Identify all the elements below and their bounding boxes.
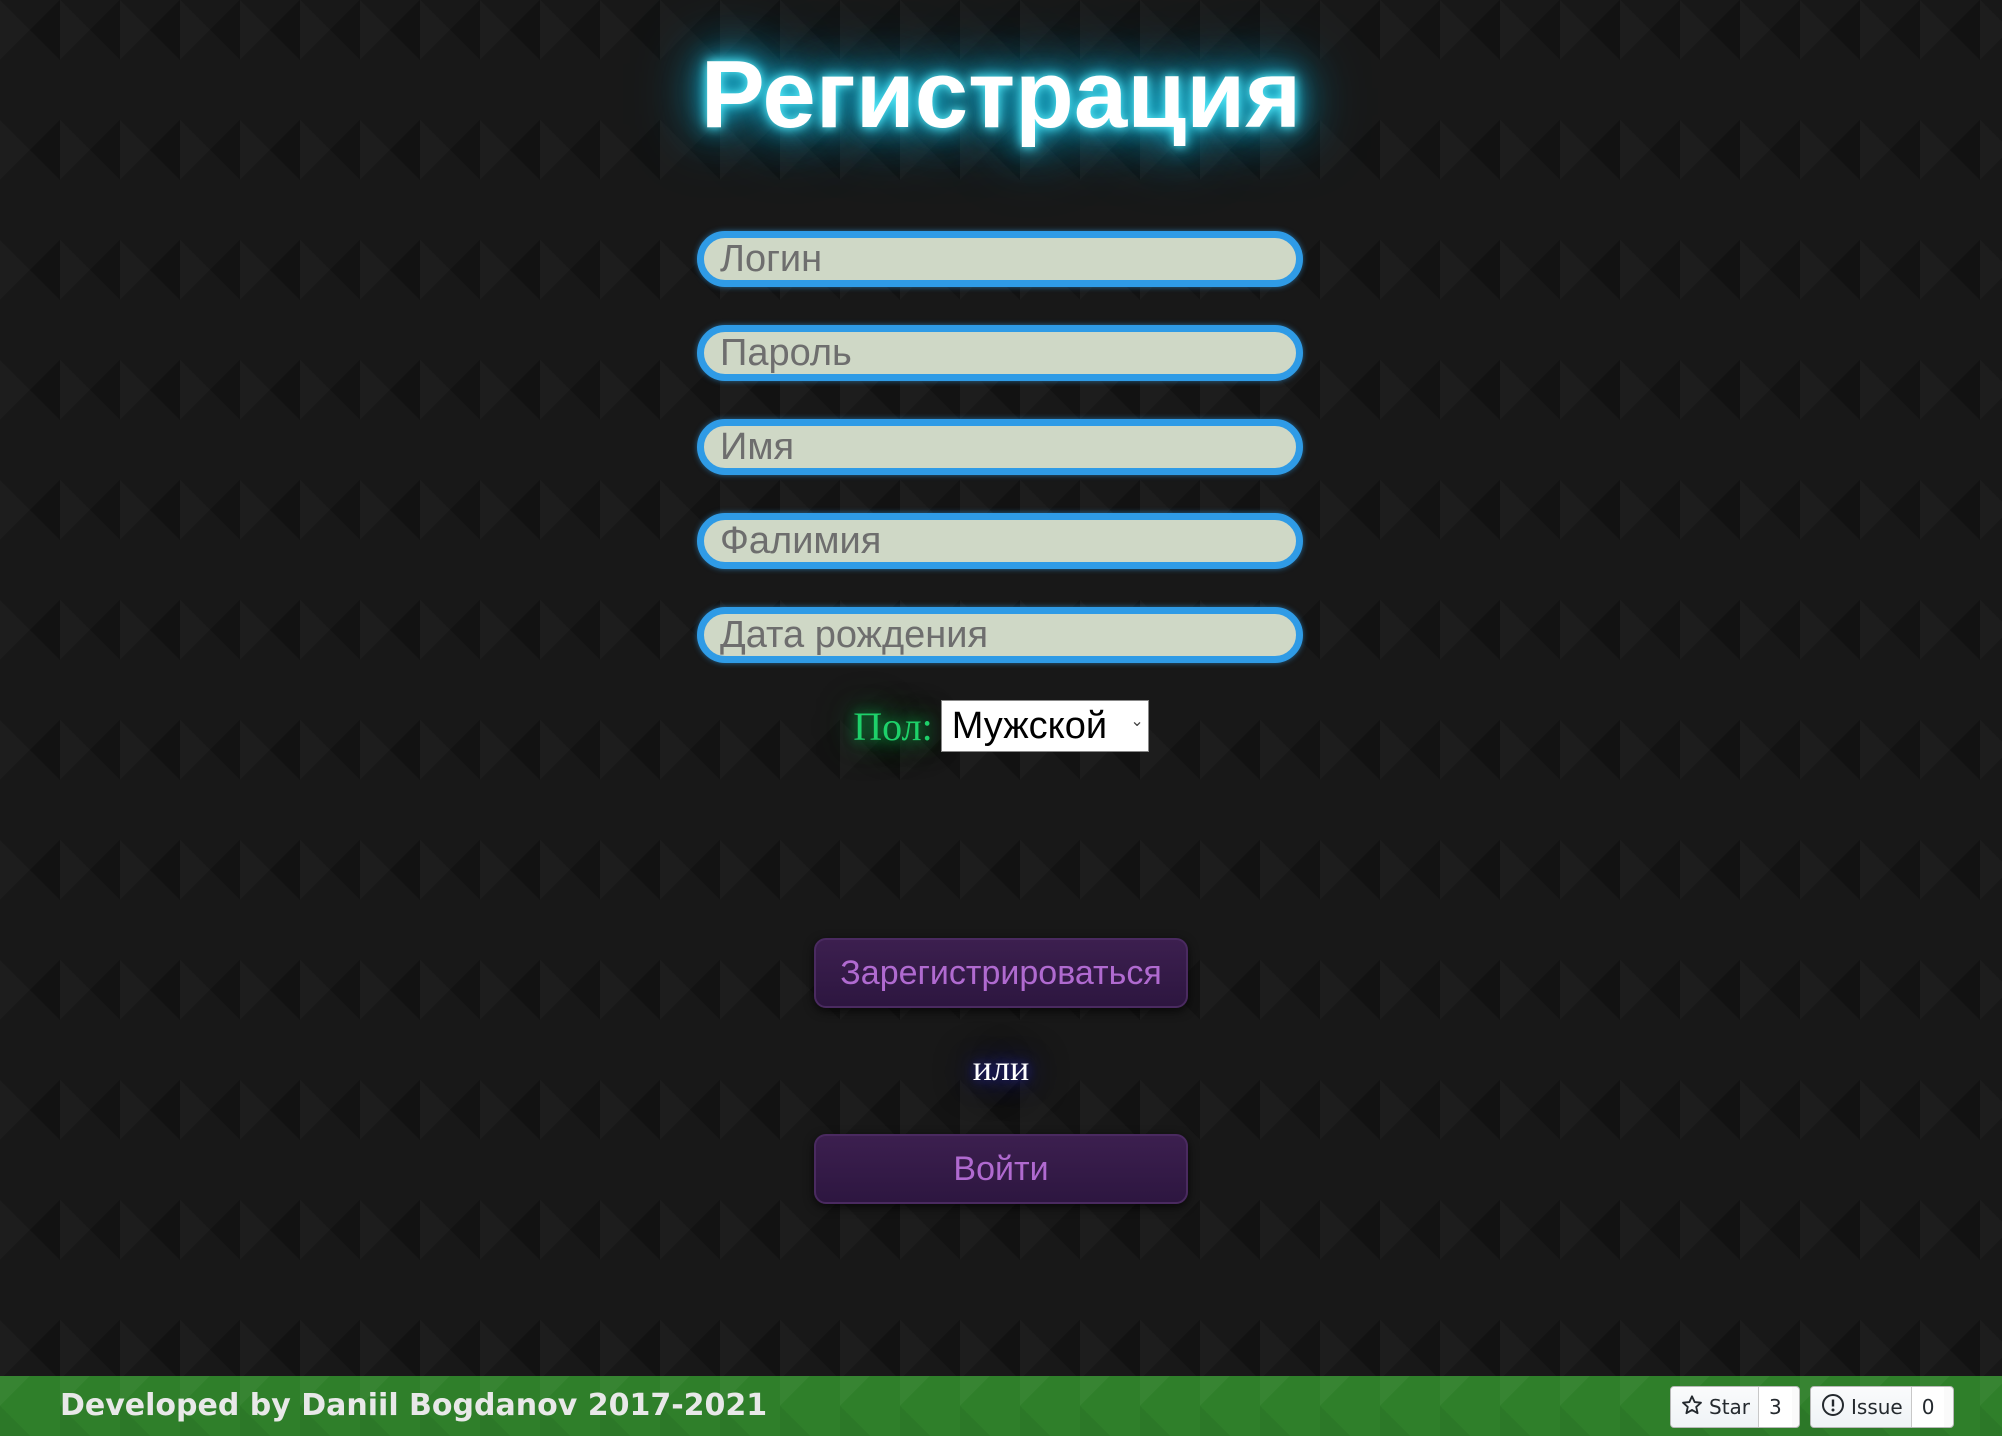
first-name-input[interactable] <box>697 419 1303 475</box>
register-button[interactable]: Зарегистрироваться <box>814 938 1188 1008</box>
star-button-main[interactable]: Star <box>1671 1387 1759 1427</box>
gender-select[interactable]: Мужской ⌄ <box>940 700 1149 752</box>
star-count[interactable]: 3 <box>1758 1387 1792 1427</box>
password-input[interactable] <box>697 325 1303 381</box>
last-name-input[interactable] <box>697 513 1303 569</box>
issue-label: Issue <box>1851 1395 1903 1419</box>
page-title: Регистрация <box>700 41 1302 148</box>
login-input[interactable] <box>697 231 1303 287</box>
gender-selected-value: Мужской <box>951 705 1108 747</box>
star-label: Star <box>1709 1395 1751 1419</box>
or-divider-text: или <box>972 1048 1030 1088</box>
registration-page: Регистрация Пол: Мужской ⌄ Зарегистриров… <box>0 0 2002 1376</box>
github-star-button[interactable]: Star 3 <box>1670 1386 1800 1428</box>
footer-credit: Developed by Daniil Bogdanov 2017-2021 <box>60 1388 768 1423</box>
birthdate-input[interactable] <box>697 607 1303 663</box>
github-issue-button[interactable]: Issue 0 <box>1810 1386 1954 1428</box>
issue-count[interactable]: 0 <box>1910 1387 1945 1427</box>
gender-label: Пол: <box>853 703 933 749</box>
chevron-down-icon: ⌄ <box>1130 713 1144 730</box>
footer: Developed by Daniil Bogdanov 2017-2021 S… <box>0 1376 2002 1436</box>
issue-button-main[interactable]: Issue <box>1811 1387 1911 1427</box>
gender-row: Пол: Мужской ⌄ <box>0 700 2002 754</box>
login-button[interactable]: Войти <box>814 1134 1188 1204</box>
issue-icon <box>1821 1393 1845 1422</box>
star-icon <box>1681 1394 1703 1421</box>
